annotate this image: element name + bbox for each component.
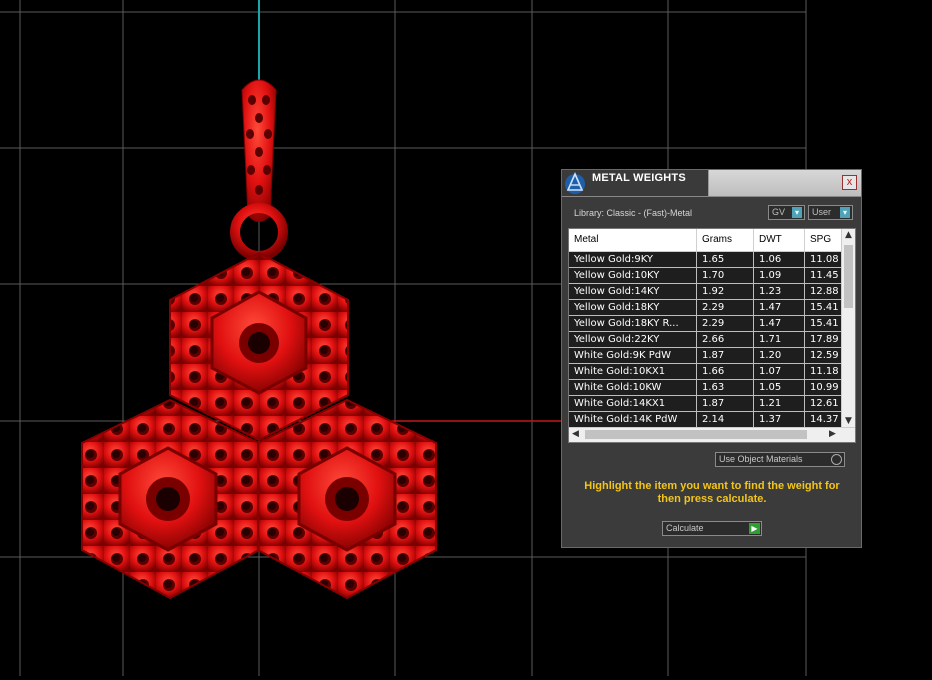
calculate-label: Calculate [666,523,704,533]
spg-cell: 17.89 [810,334,839,345]
table-header: Metal Grams DWT SPG [569,229,842,252]
metal-cell: White Gold:9K PdW [569,348,697,363]
gv-dropdown-label: GV [772,207,786,217]
grams-cell: 1.87 [697,396,754,411]
table-row[interactable]: White Gold:10KX1 1.66 1.07 11.18 [569,364,842,380]
scroll-right-icon[interactable]: ▶ [826,428,839,441]
metal-weights-panel: METAL WEIGHTS x Library: Classic - (Fast… [561,169,862,548]
instructions-text: Highlight the item you want to find the … [584,480,840,505]
grams-cell: 1.63 [697,380,754,395]
metal-cell: White Gold:14K PdW [569,412,697,427]
table-row[interactable]: Yellow Gold:10KY 1.70 1.09 11.45 [569,268,842,284]
grams-cell: 2.29 [697,316,754,331]
panel-title-tab: METAL WEIGHTS [562,170,709,196]
vertical-scrollbar[interactable]: ▲ ▼ [841,229,855,428]
panel-title-bar[interactable]: METAL WEIGHTS x [562,170,861,197]
grams-cell: 1.70 [697,268,754,283]
user-dropdown-label: User [812,207,832,217]
column-header-metal[interactable]: Metal [569,229,697,251]
table-row[interactable]: White Gold:14K PdW 2.14 1.37 14.37 [569,412,842,428]
table-row[interactable]: Yellow Gold:9KY 1.65 1.06 11.08 [569,252,842,268]
metal-cell: White Gold:10KX1 [569,364,697,379]
column-header-spg[interactable]: SPG [805,229,845,251]
metal-cell: Yellow Gold:18KY [569,300,697,315]
metal-cell: Yellow Gold:14KY [569,284,697,299]
column-header-grams[interactable]: Grams [697,229,754,251]
spg-cell: 12.88 [810,286,839,297]
spg-cell: 12.59 [810,350,839,361]
grams-cell: 1.92 [697,284,754,299]
metal-cell: White Gold:14KX1 [569,396,697,411]
chevron-down-icon: ▾ [792,207,802,218]
spg-cell: 15.41 [810,302,839,313]
vertical-scroll-thumb[interactable] [844,245,853,308]
close-button[interactable]: x [842,175,857,190]
scroll-up-icon[interactable]: ▲ [842,229,855,242]
spg-cell: 11.45 [810,270,839,281]
table-row[interactable]: White Gold:10KW 1.63 1.05 10.99 [569,380,842,396]
metal-cell: Yellow Gold:18KY R... [569,316,697,331]
grams-cell: 2.14 [697,412,754,427]
dwt-cell: 1.23 [754,284,805,299]
library-label: Library: Classic - (Fast)-Metal [574,208,693,218]
dwt-cell: 1.21 [754,396,805,411]
chevron-down-icon: ▾ [840,207,850,218]
radio-icon [831,454,842,465]
dwt-cell: 1.47 [754,316,805,331]
gv-dropdown[interactable]: GV ▾ [768,205,805,220]
table-row[interactable]: White Gold:9K PdW 1.87 1.20 12.59 [569,348,842,364]
metal-cell: Yellow Gold:22KY [569,332,697,347]
horizontal-scroll-thumb[interactable] [585,430,807,439]
spg-cell: 11.08 [810,254,839,265]
horizontal-scrollbar[interactable]: ◀ ▶ [569,427,855,442]
dwt-cell: 1.05 [754,380,805,395]
use-object-materials-toggle[interactable]: Use Object Materials [715,452,845,467]
table-body: Yellow Gold:9KY 1.65 1.06 11.08 Yellow Gold:… [569,252,842,428]
dwt-cell: 1.07 [754,364,805,379]
app-logo-icon [565,172,585,194]
grams-cell: 1.87 [697,348,754,363]
panel-title: METAL WEIGHTS [592,172,686,184]
metal-cell: Yellow Gold:9KY [569,252,697,267]
spg-cell: 10.99 [810,382,839,393]
calculate-button[interactable]: Calculate ▶ [662,521,762,536]
dwt-cell: 1.47 [754,300,805,315]
table-row[interactable]: White Gold:14KX1 1.87 1.21 12.61 [569,396,842,412]
table-row[interactable]: Yellow Gold:14KY 1.92 1.23 12.88 [569,284,842,300]
table-row[interactable]: Yellow Gold:18KY R... 2.29 1.47 15.41 [569,316,842,332]
dwt-cell: 1.71 [754,332,805,347]
grams-cell: 1.65 [697,252,754,267]
metal-cell: Yellow Gold:10KY [569,268,697,283]
metal-weights-table[interactable]: Metal Grams DWT SPG Yellow Gold:9KY 1.65 1… [568,228,856,443]
grams-cell: 1.66 [697,364,754,379]
dwt-cell: 1.20 [754,348,805,363]
grams-cell: 2.66 [697,332,754,347]
user-dropdown[interactable]: User ▾ [808,205,853,220]
dwt-cell: 1.06 [754,252,805,267]
column-header-dwt[interactable]: DWT [754,229,805,251]
use-object-materials-label: Use Object Materials [719,454,803,464]
pendant-model[interactable] [81,79,437,600]
dwt-cell: 1.09 [754,268,805,283]
scroll-left-icon[interactable]: ◀ [569,428,582,441]
spg-cell: 14.37 [810,414,839,425]
metal-cell: White Gold:10KW [569,380,697,395]
dwt-cell: 1.37 [754,412,805,427]
spg-cell: 15.41 [810,318,839,329]
table-row[interactable]: Yellow Gold:22KY 2.66 1.71 17.89 [569,332,842,348]
play-icon: ▶ [749,523,760,534]
table-row[interactable]: Yellow Gold:18KY 2.29 1.47 15.41 [569,300,842,316]
spg-cell: 12.61 [810,398,839,409]
spg-cell: 11.18 [810,366,839,377]
grams-cell: 2.29 [697,300,754,315]
